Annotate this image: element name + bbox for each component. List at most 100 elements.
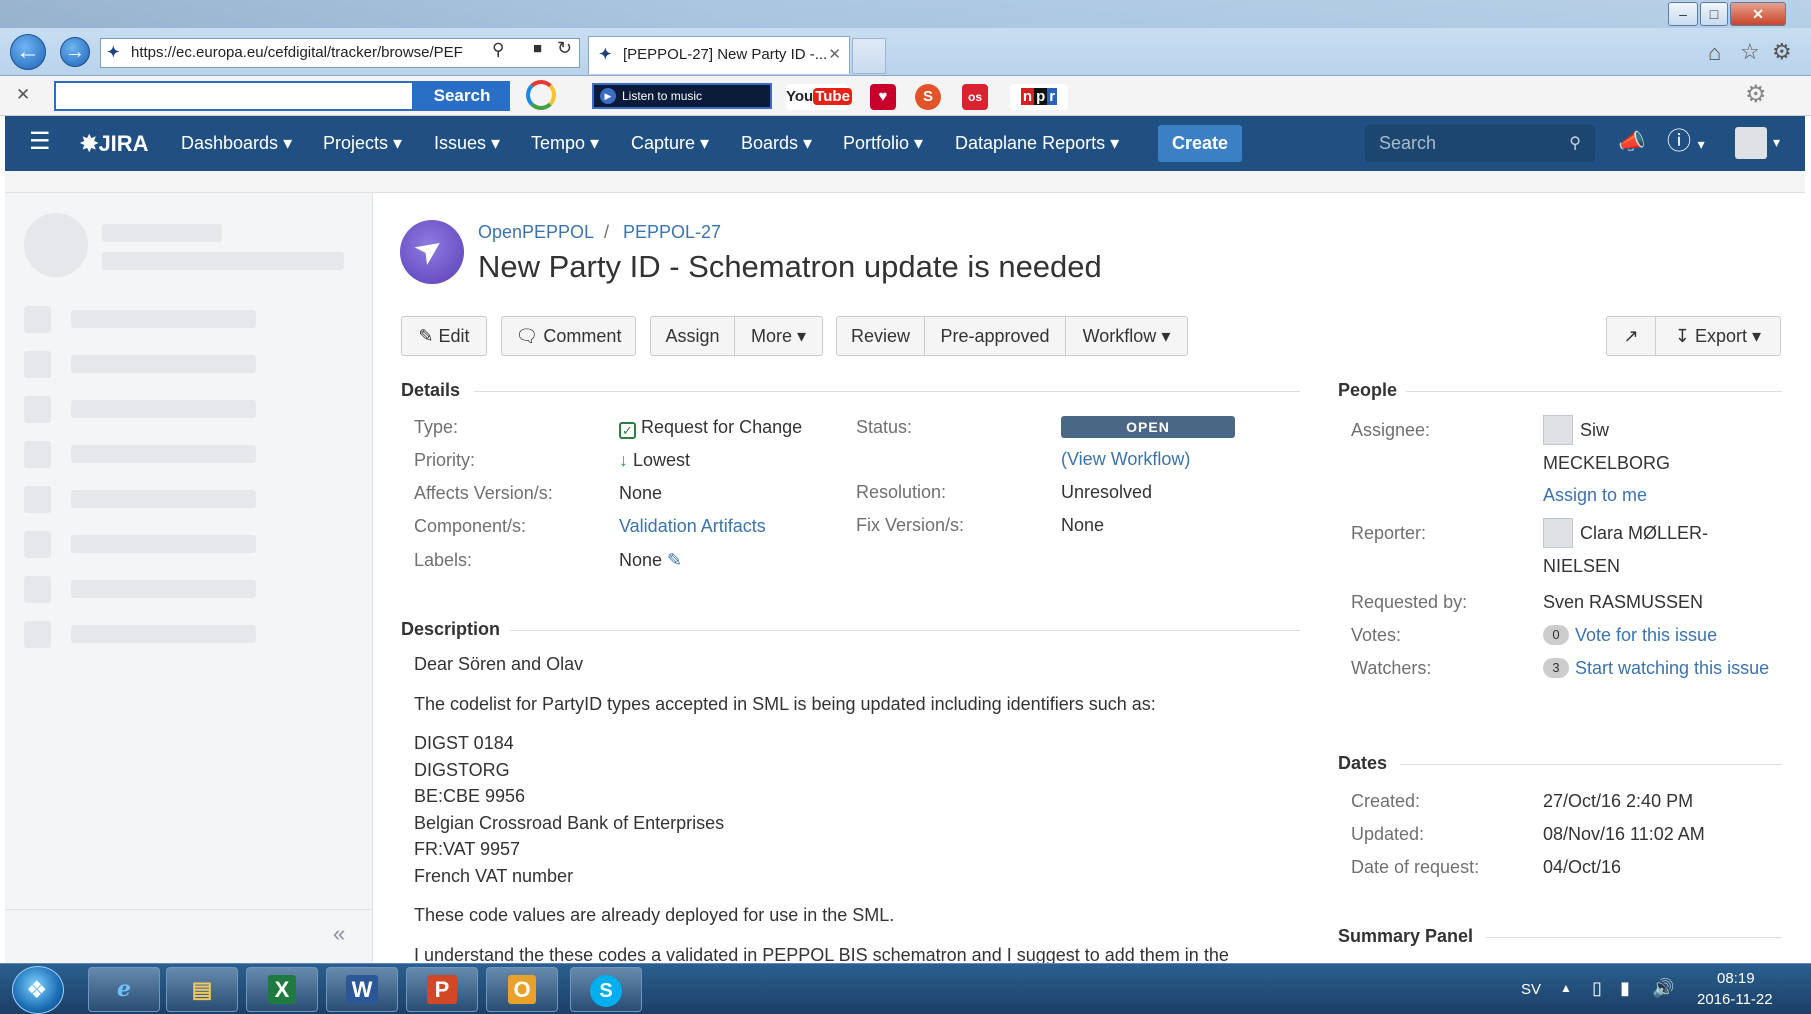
iheart-icon[interactable]: ♥ [870, 84, 896, 110]
back-button[interactable]: ← [10, 34, 46, 70]
header-spacer [5, 171, 1805, 193]
create-button[interactable]: Create [1158, 125, 1242, 162]
reporter-name-last[interactable]: NIELSEN [1543, 556, 1620, 577]
refresh-icon[interactable]: ↻ [557, 38, 572, 59]
comment-button[interactable]: 🗨 Comment [501, 316, 636, 356]
nav-tempo[interactable]: Tempo ▾ [531, 116, 599, 171]
youtube-icon[interactable]: You Tube [786, 84, 852, 110]
network-signal-icon[interactable]: ▮ [1620, 978, 1630, 999]
vote-link[interactable]: Vote for this issue [1575, 625, 1717, 645]
clock-time[interactable]: 08:19 [1717, 970, 1755, 987]
file-explorer-icon[interactable]: ▤ [166, 967, 238, 1012]
address-search-icon[interactable]: ⚲ [492, 40, 504, 60]
home-icon[interactable]: ⌂ [1708, 40, 1721, 66]
edit-labels-icon[interactable]: ✎ [667, 550, 682, 570]
help-icon[interactable]: ⓘ ▾ [1667, 128, 1705, 158]
assignee-name-first[interactable]: Siw [1580, 420, 1609, 441]
jira-logo-icon: ✸ [80, 131, 99, 156]
people-heading: People [1338, 380, 1398, 400]
sidebar-item-placeholder [24, 396, 51, 423]
view-workflow[interactable]: (View Workflow) [1061, 449, 1190, 470]
more-button[interactable]: More ▾ [735, 317, 822, 355]
start-button[interactable]: ❖ [12, 966, 64, 1014]
maximize-button[interactable]: □ [1700, 2, 1728, 26]
jira-search-input[interactable]: Search ⚲ [1365, 125, 1595, 162]
toolbar-search-button[interactable]: Search [414, 81, 510, 111]
language-indicator[interactable]: SV [1521, 981, 1541, 998]
pre-approved-button[interactable]: Pre-approved [925, 317, 1066, 355]
listen-to-music-button[interactable]: ▶ Listen to music [592, 83, 772, 109]
edit-button[interactable]: ✎ Edit [401, 316, 487, 356]
share-button[interactable]: ↗ [1607, 317, 1656, 355]
user-avatar[interactable] [1735, 127, 1767, 159]
component-link[interactable]: Validation Artifacts [619, 516, 766, 537]
nav-boards[interactable]: Boards ▾ [741, 116, 812, 171]
jira-header: ☰ ✸JIRA Dashboards ▾ Projects ▾ Issues ▾… [5, 116, 1805, 171]
collapse-sidebar-icon[interactable]: « [333, 921, 345, 947]
volume-icon[interactable]: 🔊 [1652, 978, 1674, 999]
tab-peppol-27[interactable]: ✦ [PEPPOL-27] New Party ID -... ✕ [588, 36, 850, 74]
forward-button[interactable]: → [60, 37, 90, 67]
tab-close-icon[interactable]: ✕ [828, 37, 841, 73]
breadcrumb-issue-key[interactable]: PEPPOL-27 [623, 222, 721, 243]
app-switcher-icon[interactable]: ☰ [29, 130, 51, 154]
watch-link[interactable]: Start watching this issue [1575, 658, 1769, 678]
powerpoint-icon[interactable]: P [406, 967, 478, 1012]
details-divider [474, 391, 1300, 392]
labels-value[interactable]: None ✎ [619, 550, 682, 571]
internet-explorer-icon[interactable]: e [88, 967, 160, 1012]
toolbar-search-input[interactable] [54, 81, 414, 111]
sidebar-item-placeholder [24, 306, 51, 333]
word-icon[interactable]: W [326, 967, 398, 1012]
labels-label: Labels: [414, 550, 473, 570]
project-avatar[interactable]: ➤ [400, 220, 464, 284]
created-value: 27/Oct/16 2:40 PM [1543, 791, 1694, 811]
reporter-name-first[interactable]: Clara MØLLER- [1580, 523, 1708, 544]
close-window-button[interactable]: ✕ [1730, 2, 1786, 26]
nav-issues[interactable]: Issues ▾ [434, 116, 500, 171]
os-icon[interactable]: os [962, 84, 988, 110]
view-workflow-link[interactable]: View Workflow [1067, 449, 1184, 469]
search-logo-icon[interactable] [526, 80, 556, 110]
breadcrumb-project[interactable]: OpenPEPPOL [478, 222, 594, 243]
jira-logo[interactable]: ✸JIRA [80, 116, 149, 171]
workflow-button[interactable]: Workflow ▾ [1066, 317, 1187, 355]
arrow-down-icon: ↓ [619, 450, 628, 470]
details-heading: Details [401, 380, 461, 400]
battery-icon[interactable]: ▯ [1592, 978, 1602, 999]
clock-date[interactable]: 2016-11-22 [1697, 991, 1773, 1008]
nav-dataplane-reports[interactable]: Dataplane Reports ▾ [955, 116, 1119, 171]
minimize-button[interactable]: – [1668, 2, 1698, 26]
nav-portfolio[interactable]: Portfolio ▾ [843, 116, 923, 171]
user-menu-chevron-icon[interactable]: ▾ [1773, 134, 1780, 151]
windows-logo-icon: ❖ [26, 977, 48, 1004]
nav-projects[interactable]: Projects ▾ [323, 116, 402, 171]
stitcher-icon[interactable]: S [915, 84, 941, 110]
windows-taskbar: ❖ e ▤ X W P O S SV ▲ ▯ ▮ 🔊 08:19 2016-11… [0, 963, 1811, 1014]
votes-label: Votes: [1351, 625, 1402, 645]
feedback-megaphone-icon[interactable]: 📣 [1618, 130, 1645, 154]
tab-favicon-icon: ✦ [599, 46, 612, 63]
assignee-name-last[interactable]: MECKELBORG [1543, 453, 1670, 474]
show-hidden-icons-icon[interactable]: ▲ [1560, 981, 1572, 995]
nav-capture[interactable]: Capture ▾ [631, 116, 709, 171]
assign-button[interactable]: Assign [651, 317, 735, 355]
share-export-group: ↗ ↧ Export ▾ [1606, 316, 1781, 356]
outlook-icon[interactable]: O [486, 967, 558, 1012]
type-value: ✓ Request for Change [619, 417, 802, 439]
assign-to-me-link[interactable]: Assign to me [1543, 485, 1647, 506]
address-bar[interactable]: ✦ https://ec.europa.eu/cefdigital/tracke… [100, 38, 580, 68]
settings-gear-icon[interactable]: ⚙ [1772, 39, 1792, 65]
npr-icon[interactable]: npr [1010, 84, 1068, 110]
favorites-star-icon[interactable]: ☆ [1740, 39, 1760, 65]
export-button[interactable]: ↧ Export ▾ [1656, 317, 1780, 355]
review-button[interactable]: Review [837, 317, 925, 355]
excel-icon[interactable]: X [246, 967, 318, 1012]
toolbar-close-icon[interactable]: ✕ [16, 85, 30, 105]
new-tab-button[interactable] [852, 38, 886, 74]
nav-dashboards[interactable]: Dashboards ▾ [181, 116, 292, 171]
description-greeting: Dear Sören and Olav [414, 654, 584, 674]
toolbar-settings-icon[interactable]: ⚙ [1745, 80, 1767, 109]
skype-icon[interactable]: S [570, 967, 642, 1012]
sidebar-item-placeholder [24, 531, 51, 558]
